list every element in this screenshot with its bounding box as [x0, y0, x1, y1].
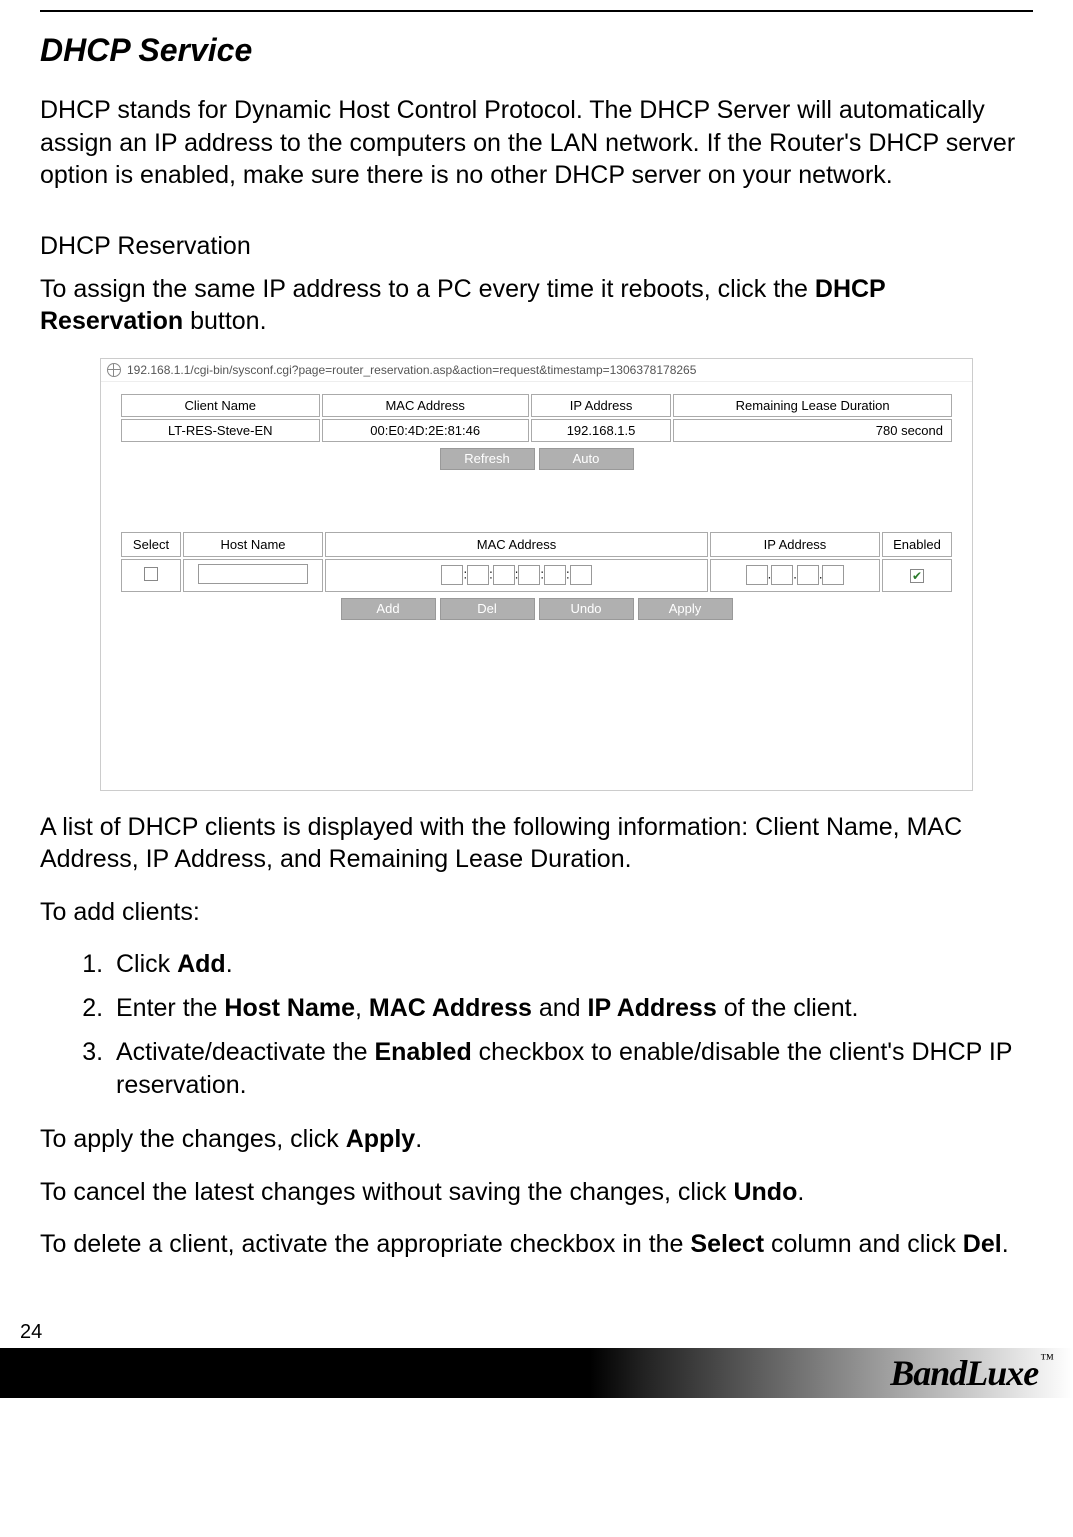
host-name-input[interactable]: [198, 564, 308, 584]
page-footer: 24 BandLuxe™: [0, 1321, 1073, 1398]
col-ip-address: IP Address: [531, 394, 672, 417]
url-text: 192.168.1.1/cgi-bin/sysconf.cgi?page=rou…: [127, 363, 696, 377]
text-fragment: To cancel the latest changes without sav…: [40, 1178, 733, 1206]
cell-mac: 00:E0:4D:2E:81:46: [322, 419, 529, 442]
table-header-row: Client Name MAC Address IP Address Remai…: [121, 394, 952, 417]
add-clients-label: To add clients:: [40, 896, 1033, 929]
dhcp-clients-table: Client Name MAC Address IP Address Remai…: [119, 392, 954, 444]
mac-input[interactable]: [467, 565, 489, 585]
brand-text: BandLuxe: [890, 1353, 1038, 1393]
text-fragment: To apply the changes, click: [40, 1125, 346, 1153]
cell-mac: :::::: [325, 559, 708, 592]
table-row: LT-RES-Steve-EN 00:E0:4D:2E:81:46 192.16…: [121, 419, 952, 442]
text-fragment-bold: Select: [690, 1230, 764, 1258]
col-enabled: Enabled: [882, 532, 952, 557]
delete-instruction: To delete a client, activate the appropr…: [40, 1228, 1033, 1261]
refresh-button[interactable]: Refresh: [440, 448, 535, 470]
ip-input[interactable]: [822, 565, 844, 585]
globe-icon: [107, 363, 121, 377]
cell-lease: 780 second: [673, 419, 952, 442]
top-rule: [40, 10, 1033, 12]
mac-input[interactable]: [493, 565, 515, 585]
dhcp-reservation-heading: DHCP Reservation: [40, 232, 1033, 261]
cell-enabled: ✔: [882, 559, 952, 592]
text-fragment: To assign the same IP address to a PC ev…: [40, 275, 815, 303]
text-fragment: of the client.: [717, 994, 859, 1022]
col-select: Select: [121, 532, 181, 557]
text-fragment: To delete a client, activate the appropr…: [40, 1230, 690, 1258]
add-clients-steps: Click Add. Enter the Host Name, MAC Addr…: [110, 948, 1033, 1103]
cell-ip: 192.168.1.5: [531, 419, 672, 442]
col-lease-duration: Remaining Lease Duration: [673, 394, 952, 417]
trademark-symbol: ™: [1040, 1352, 1053, 1367]
table-header-row: Select Host Name MAC Address IP Address …: [121, 532, 952, 557]
text-fragment: Click: [116, 950, 177, 978]
text-fragment: and: [532, 994, 588, 1022]
ip-input[interactable]: [771, 565, 793, 585]
step-1: Click Add.: [110, 948, 1033, 982]
text-fragment-bold: Add: [177, 950, 226, 978]
mac-input[interactable]: [518, 565, 540, 585]
del-button[interactable]: Del: [440, 598, 535, 620]
text-fragment-bold: Undo: [733, 1178, 797, 1206]
page-number: 24: [0, 1321, 1073, 1344]
embedded-screenshot: 192.168.1.1/cgi-bin/sysconf.cgi?page=rou…: [100, 358, 973, 791]
mac-input[interactable]: [441, 565, 463, 585]
cell-host-name: [183, 559, 323, 592]
ip-input[interactable]: [746, 565, 768, 585]
text-fragment: .: [1002, 1230, 1009, 1258]
text-fragment: .: [797, 1178, 804, 1206]
text-fragment-bold: IP Address: [588, 994, 717, 1022]
select-checkbox[interactable]: [144, 567, 158, 581]
intro-paragraph: DHCP stands for Dynamic Host Control Pro…: [40, 94, 1033, 192]
text-fragment-bold: Del: [963, 1230, 1002, 1258]
reservation-edit-table: Select Host Name MAC Address IP Address …: [119, 530, 954, 594]
text-fragment: button.: [183, 307, 266, 335]
mac-input[interactable]: [570, 565, 592, 585]
text-fragment-bold: Enabled: [374, 1038, 471, 1066]
undo-button[interactable]: Undo: [539, 598, 634, 620]
clients-list-description: A list of DHCP clients is displayed with…: [40, 811, 1033, 876]
step-2: Enter the Host Name, MAC Address and IP …: [110, 992, 1033, 1026]
brand-logo: BandLuxe™: [890, 1352, 1053, 1394]
text-fragment: .: [415, 1125, 422, 1153]
col-mac-address: MAC Address: [322, 394, 529, 417]
cell-ip: ...: [710, 559, 880, 592]
apply-button[interactable]: Apply: [638, 598, 733, 620]
footer-bar: BandLuxe™: [0, 1348, 1073, 1398]
col-mac-address: MAC Address: [325, 532, 708, 557]
text-fragment: column and click: [764, 1230, 963, 1258]
ip-input[interactable]: [797, 565, 819, 585]
reservation-instruction: To assign the same IP address to a PC ev…: [40, 273, 1033, 338]
text-fragment-bold: Apply: [346, 1125, 415, 1153]
cell-select: [121, 559, 181, 592]
col-ip-address: IP Address: [710, 532, 880, 557]
text-fragment-bold: Host Name: [224, 994, 355, 1022]
text-fragment: ,: [355, 994, 369, 1022]
undo-instruction: To cancel the latest changes without sav…: [40, 1176, 1033, 1209]
apply-instruction: To apply the changes, click Apply.: [40, 1123, 1033, 1156]
step-3: Activate/deactivate the Enabled checkbox…: [110, 1036, 1033, 1104]
text-fragment: Activate/deactivate the: [116, 1038, 374, 1066]
enabled-checkbox[interactable]: ✔: [910, 569, 924, 583]
mac-input[interactable]: [544, 565, 566, 585]
add-button[interactable]: Add: [341, 598, 436, 620]
table-row: ::::: ... ✔: [121, 559, 952, 592]
col-host-name: Host Name: [183, 532, 323, 557]
button-row-1: Refresh Auto: [119, 448, 954, 470]
text-fragment: Enter the: [116, 994, 224, 1022]
url-bar: 192.168.1.1/cgi-bin/sysconf.cgi?page=rou…: [101, 359, 972, 382]
text-fragment-bold: MAC Address: [369, 994, 532, 1022]
text-fragment: .: [226, 950, 233, 978]
section-title: DHCP Service: [40, 32, 1033, 69]
cell-client-name: LT-RES-Steve-EN: [121, 419, 320, 442]
auto-button[interactable]: Auto: [539, 448, 634, 470]
col-client-name: Client Name: [121, 394, 320, 417]
button-row-2: Add Del Undo Apply: [119, 598, 954, 620]
